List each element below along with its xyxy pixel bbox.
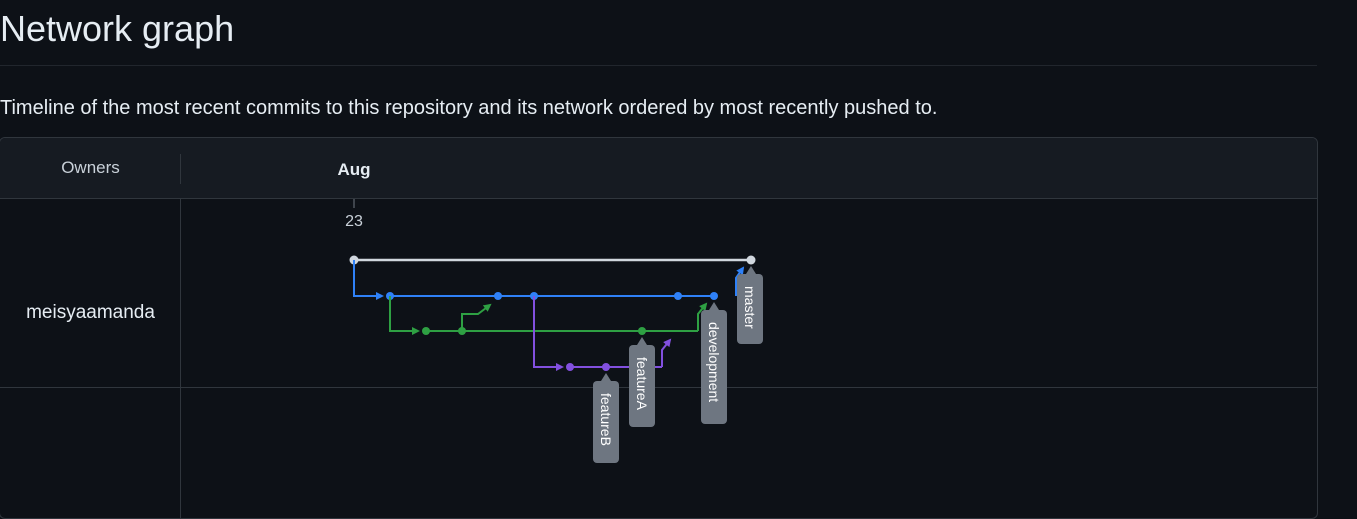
network-graph[interactable]: Owners meisyaamanda Aug 23 master develo… [0, 137, 1318, 519]
commit-dot[interactable] [710, 292, 718, 300]
commit-dot[interactable] [494, 292, 502, 300]
merge-connector [661, 338, 672, 367]
branch-connector [353, 260, 384, 300]
commit-dot[interactable] [746, 255, 756, 265]
day-label: 23 [345, 213, 363, 230]
branch-label-development[interactable]: development [701, 302, 727, 424]
branch-label-text: featureA [634, 357, 650, 411]
page-title: Network graph [0, 8, 235, 49]
commit-dot[interactable] [566, 363, 574, 371]
commit-dot[interactable] [422, 327, 430, 335]
month-label: Aug [337, 160, 370, 179]
branch-label-text: featureB [598, 393, 614, 446]
branch-label-text: master [742, 286, 758, 329]
commit-dot[interactable] [638, 327, 646, 335]
branch-label-featureB[interactable]: featureB [593, 373, 619, 463]
commit-dot[interactable] [602, 363, 610, 371]
branch-label-featureA[interactable]: featureA [629, 337, 655, 427]
page-description: Timeline of the most recent commits to t… [0, 97, 938, 119]
branch-label-master[interactable]: master [737, 266, 763, 344]
title-divider [0, 65, 1317, 66]
commit-dot[interactable] [674, 292, 682, 300]
merge-connector [461, 303, 492, 331]
branch-connector [389, 296, 420, 335]
commit-dot[interactable] [458, 327, 466, 335]
graph-canvas[interactable]: Aug 23 master development featureA featu… [0, 138, 1317, 518]
branch-label-text: development [706, 322, 722, 402]
